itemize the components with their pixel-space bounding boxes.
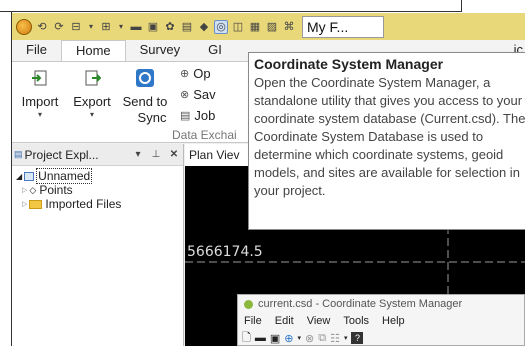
- save-icon: ⊗: [180, 89, 190, 101]
- dropdown-arrow-icon[interactable]: ▾: [86, 20, 96, 34]
- plan-view-tab[interactable]: Plan Viev: [185, 144, 255, 166]
- copy-icon[interactable]: ⧉: [318, 332, 326, 345]
- project-explorer-header: ▤ Project Expl... ▾ ⊥ ✕: [12, 144, 183, 166]
- dropdown-arrow-icon[interactable]: ▾: [344, 334, 348, 342]
- export-icon: [79, 66, 105, 90]
- coordinate-system-manager-tooltip: Coordinate System Manager Open the Coord…: [248, 52, 525, 230]
- csm-title-bar: current.csd - Coordinate System Manager: [238, 295, 524, 313]
- tooltip-title: Coordinate System Manager: [254, 56, 444, 72]
- jobs-icon: ▤: [180, 110, 191, 122]
- project-icon: [24, 171, 35, 181]
- data-exchange-group-label: Data Exchai: [172, 128, 237, 142]
- grid-icon[interactable]: ◫: [231, 20, 245, 34]
- import-button[interactable]: Import ▾: [14, 66, 66, 120]
- project-explorer-title: Project Expl...: [24, 147, 99, 162]
- save-label: Sav: [193, 87, 216, 102]
- send-to-sync-button[interactable]: Send to Sync: [116, 66, 174, 126]
- link-icon[interactable]: ⌘: [282, 20, 296, 34]
- csm-menu-help[interactable]: Help: [382, 315, 405, 327]
- tab-file[interactable]: File: [12, 40, 61, 61]
- csm-menu-file[interactable]: File: [244, 315, 262, 327]
- open-icon: ⊕: [180, 68, 190, 80]
- tree-node-label: Unnamed: [36, 168, 93, 184]
- export-small-icon[interactable]: ⊞: [99, 20, 113, 34]
- tab-survey[interactable]: Survey: [126, 40, 194, 61]
- csm-menu-view[interactable]: View: [307, 315, 331, 327]
- csm-app-icon: [244, 299, 253, 309]
- tab-home[interactable]: Home: [60, 40, 126, 61]
- import-icon: [27, 66, 53, 90]
- points-icon: ◇: [29, 184, 37, 195]
- sync-icon: [132, 66, 158, 90]
- jobs-button[interactable]: ▤ Job: [180, 108, 215, 123]
- tab-gis[interactable]: GI: [194, 40, 236, 61]
- import-label: Import: [21, 94, 59, 109]
- save-icon[interactable]: ▣: [270, 332, 280, 345]
- new-icon[interactable]: 🗋: [242, 329, 251, 346]
- grid-coordinate-label: 5666174.5: [187, 244, 263, 260]
- tree-node-points[interactable]: ▷ ◇ Points: [12, 183, 183, 197]
- csm-menu-tools[interactable]: Tools: [343, 315, 369, 327]
- frame-top-border: [0, 0, 462, 12]
- import-small-icon[interactable]: ⊟: [69, 20, 83, 34]
- coordinate-system-manager-window[interactable]: current.csd - Coordinate System Manager …: [237, 294, 525, 346]
- properties-icon[interactable]: ☷: [330, 332, 340, 345]
- expand-toggle-icon[interactable]: ▷: [22, 200, 27, 208]
- jobs-label: Job: [194, 108, 216, 123]
- coordinate-system-manager-icon[interactable]: ◎: [214, 19, 228, 34]
- project-selector[interactable]: My F...: [302, 15, 384, 38]
- close-icon[interactable]: ✕: [165, 149, 183, 160]
- redo-icon[interactable]: ⟳: [52, 20, 66, 34]
- folder-icon: [29, 199, 43, 209]
- tree-node-unnamed[interactable]: ◢ Unnamed: [12, 168, 183, 184]
- settings-icon[interactable]: ✿: [163, 20, 177, 34]
- frame-left-border: [0, 12, 12, 346]
- tree-node-imported-files[interactable]: ▷ Imported Files: [12, 197, 183, 211]
- undo-icon[interactable]: ⟲: [35, 20, 49, 34]
- app-logo-icon[interactable]: [16, 18, 32, 35]
- calculator-icon[interactable]: ▤: [180, 20, 194, 34]
- tree-node-label: Imported Files: [45, 197, 122, 211]
- pane-dropdown-icon[interactable]: ▾: [129, 149, 147, 160]
- tooltip-body: Open the Coordinate System Manager, a st…: [254, 75, 525, 198]
- map-icon[interactable]: ▦: [248, 20, 262, 34]
- application-window: ⟲ ⟳ ⊟ ▾ ⊞ ▾ ▬ ▣ ✿ ▤ ◆ ◎ ◫ ▦ ▨ ⌘ My F... …: [12, 13, 525, 346]
- chevron-down-icon: ▾: [89, 110, 94, 119]
- quick-access-toolbar: ⟲ ⟳ ⊟ ▾ ⊞ ▾ ▬ ▣ ✿ ▤ ◆ ◎ ◫ ▦ ▨ ⌘ My F...: [12, 13, 525, 40]
- export-button[interactable]: Export ▾: [66, 66, 118, 120]
- dropdown-arrow-icon[interactable]: ▾: [297, 334, 301, 342]
- expand-toggle-icon[interactable]: ▷: [22, 186, 27, 194]
- delete-icon[interactable]: ⊗: [305, 332, 314, 345]
- image-icon[interactable]: ▨: [265, 20, 279, 34]
- tree-node-label: Points: [39, 183, 73, 197]
- layers-icon[interactable]: ◆: [197, 20, 211, 34]
- save-button[interactable]: ⊗ Sav: [180, 87, 216, 102]
- collapse-toggle-icon[interactable]: ◢: [16, 172, 22, 181]
- chevron-down-icon: ▾: [37, 110, 42, 119]
- open-icon[interactable]: ▬: [255, 332, 266, 344]
- folder-open-icon[interactable]: ▬: [129, 20, 143, 34]
- csm-title: current.csd - Coordinate System Manager: [258, 298, 463, 310]
- project-explorer-pane: ▤ Project Expl... ▾ ⊥ ✕ ◢ Unnamed ▷ ◇ Po…: [12, 144, 184, 346]
- project-tree: ◢ Unnamed ▷ ◇ Points ▷ Imported Files: [12, 166, 183, 211]
- sync-label: Sync: [137, 110, 167, 125]
- help-icon[interactable]: ?: [351, 332, 364, 344]
- send-to-label: Send to: [122, 94, 168, 109]
- export-label: Export: [73, 94, 111, 109]
- add-icon[interactable]: ⊕: [284, 332, 293, 345]
- csm-menu-bar: File Edit View Tools Help: [238, 313, 524, 329]
- csm-toolbar: 🗋 ▬ ▣ ⊕ ▾ ⊗ ⧉ ☷ ▾ ?: [238, 329, 524, 346]
- csm-menu-edit[interactable]: Edit: [275, 315, 294, 327]
- pin-icon[interactable]: ⊥: [147, 149, 165, 160]
- project-explorer-icon: ▤: [14, 149, 23, 159]
- project-name: My F...: [307, 18, 349, 35]
- open-button[interactable]: ⊕ Op: [180, 66, 211, 81]
- save-icon[interactable]: ▣: [146, 20, 160, 34]
- dropdown-arrow-icon[interactable]: ▾: [116, 20, 126, 34]
- open-label: Op: [193, 66, 211, 81]
